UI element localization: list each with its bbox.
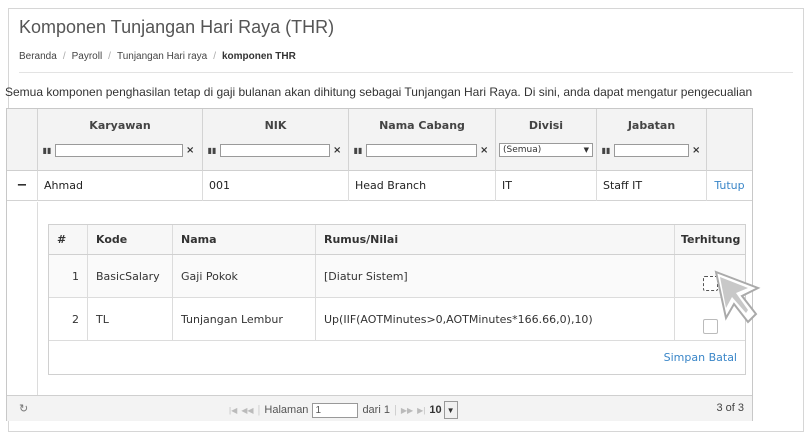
- tutup-link[interactable]: Tutup: [707, 171, 752, 201]
- cell-nik: 001: [203, 171, 349, 201]
- clear-filter-icon[interactable]: ×: [333, 145, 341, 156]
- page-size-select[interactable]: 10 ▼: [429, 401, 458, 419]
- filter-icon[interactable]: ▮▮: [600, 144, 612, 156]
- sub-header-no: #: [49, 225, 88, 254]
- terhitung-checkbox[interactable]: [702, 318, 718, 334]
- sub-cell-kode: BasicSalary: [88, 255, 173, 297]
- header-divider: [19, 72, 793, 73]
- page-of-label: dari 1: [362, 404, 390, 416]
- simpan-link[interactable]: Simpan: [664, 351, 705, 364]
- record-count: 3 of 3: [716, 402, 744, 414]
- last-page-icon[interactable]: ▶|: [417, 406, 425, 415]
- page-input[interactable]: 1: [312, 402, 359, 418]
- table-row[interactable]: 2 TL Tunjangan Lembur Up(IIF(AOTMinutes>…: [49, 298, 745, 341]
- filter-icon[interactable]: ▮▮: [206, 144, 218, 156]
- sub-cell-no: 2: [49, 298, 88, 340]
- cell-divisi: IT: [496, 171, 597, 201]
- header-karyawan-label: Karyawan: [89, 119, 151, 132]
- clear-filter-icon[interactable]: ×: [186, 145, 194, 156]
- grid-header: Karyawan ▮▮ × NIK ▮▮ × Nama Cabang ▮▮ ×: [7, 109, 752, 171]
- filter-divisi-value: (Semua): [503, 145, 542, 155]
- header-jabatan: Jabatan ▮▮ ×: [597, 109, 707, 171]
- row-detail: # Kode Nama Rumus/Nilai Terhitung 1 Basi…: [7, 202, 752, 395]
- cell-nama-cabang: Head Branch: [349, 171, 496, 201]
- subgrid-header: # Kode Nama Rumus/Nilai Terhitung: [49, 225, 745, 255]
- header-karyawan: Karyawan ▮▮ ×: [38, 109, 203, 171]
- sub-cell-rumus: [Diatur Sistem]: [316, 255, 675, 297]
- header-nik: NIK ▮▮ ×: [203, 109, 349, 171]
- terhitung-checkbox[interactable]: [702, 275, 718, 291]
- chevron-down-icon[interactable]: ▼: [443, 401, 458, 419]
- header-jabatan-label: Jabatan: [627, 119, 676, 132]
- clear-filter-icon[interactable]: ×: [692, 145, 700, 156]
- cell-karyawan: Ahmad: [38, 171, 203, 201]
- filter-nik-input[interactable]: [220, 143, 330, 157]
- filter-karyawan-input[interactable]: [55, 143, 183, 157]
- component-subgrid: # Kode Nama Rumus/Nilai Terhitung 1 Basi…: [48, 224, 746, 375]
- header-divisi-label: Divisi: [528, 119, 564, 132]
- sub-header-kode: Kode: [88, 225, 173, 254]
- table-row[interactable]: − Ahmad 001 Head Branch IT Staff IT Tutu…: [7, 171, 752, 201]
- page-description: Semua komponen penghasilan tetap di gaji…: [5, 85, 753, 99]
- header-nama-cabang: Nama Cabang ▮▮ ×: [349, 109, 496, 171]
- page-title: Komponen Tunjangan Hari Raya (THR): [19, 17, 335, 37]
- cell-jabatan: Staff IT: [597, 171, 707, 201]
- sub-header-terhitung: Terhitung: [681, 233, 741, 246]
- breadcrumb-current: komponen THR: [221, 51, 296, 62]
- header-expand-col: [7, 109, 38, 171]
- clear-filter-icon[interactable]: ×: [480, 145, 488, 156]
- filter-divisi-select[interactable]: (Semua) ▼: [499, 143, 593, 157]
- breadcrumb: Beranda / Payroll / Tunjangan Hari raya …: [19, 51, 296, 62]
- subgrid-footer: Simpan Batal: [49, 341, 745, 374]
- breadcrumb-thr[interactable]: Tunjangan Hari raya: [117, 51, 207, 62]
- first-page-icon[interactable]: |◀: [229, 406, 237, 415]
- header-divisi: Divisi (Semua) ▼: [496, 109, 597, 171]
- filter-nama-cabang-input[interactable]: [366, 143, 477, 157]
- sub-cell-no: 1: [49, 255, 88, 297]
- chevron-down-icon: ▼: [583, 146, 589, 154]
- filter-jabatan-input[interactable]: [614, 143, 689, 157]
- filter-icon[interactable]: ▮▮: [41, 144, 53, 156]
- employee-grid: Karyawan ▮▮ × NIK ▮▮ × Nama Cabang ▮▮ ×: [6, 108, 753, 421]
- sub-header-rumus: Rumus/Nilai: [316, 225, 675, 254]
- breadcrumb-payroll[interactable]: Payroll: [72, 51, 103, 62]
- pager: ↻ |◀ ◀◀ | Halaman 1 dari 1 | ▶▶ ▶| 10 ▼ …: [7, 395, 752, 421]
- next-page-icon[interactable]: ▶▶: [401, 406, 413, 415]
- prev-page-icon[interactable]: ◀◀: [241, 406, 253, 415]
- header-nama-cabang-label: Nama Cabang: [379, 119, 465, 132]
- collapse-row-button[interactable]: −: [7, 171, 38, 201]
- sub-cell-rumus: Up(IIF(AOTMinutes>0,AOTMinutes*166.66,0)…: [316, 298, 675, 340]
- header-action-col: [707, 109, 752, 171]
- batal-link[interactable]: Batal: [709, 351, 737, 364]
- breadcrumb-beranda[interactable]: Beranda: [19, 51, 57, 62]
- pager-nav: |◀ ◀◀ | Halaman 1 dari 1 | ▶▶ ▶| 10 ▼: [229, 401, 458, 419]
- filter-icon[interactable]: ▮▮: [352, 144, 364, 156]
- sub-header-nama: Nama: [173, 225, 316, 254]
- sub-cell-nama: Tunjangan Lembur: [173, 298, 316, 340]
- refresh-icon[interactable]: ↻: [19, 402, 28, 415]
- sub-cell-nama: Gaji Pokok: [173, 255, 316, 297]
- page-size-value: 10: [429, 404, 442, 416]
- header-nik-label: NIK: [264, 119, 287, 132]
- page-label: Halaman: [264, 404, 309, 416]
- sub-cell-kode: TL: [88, 298, 173, 340]
- table-row[interactable]: 1 BasicSalary Gaji Pokok [Diatur Sistem]: [49, 255, 745, 298]
